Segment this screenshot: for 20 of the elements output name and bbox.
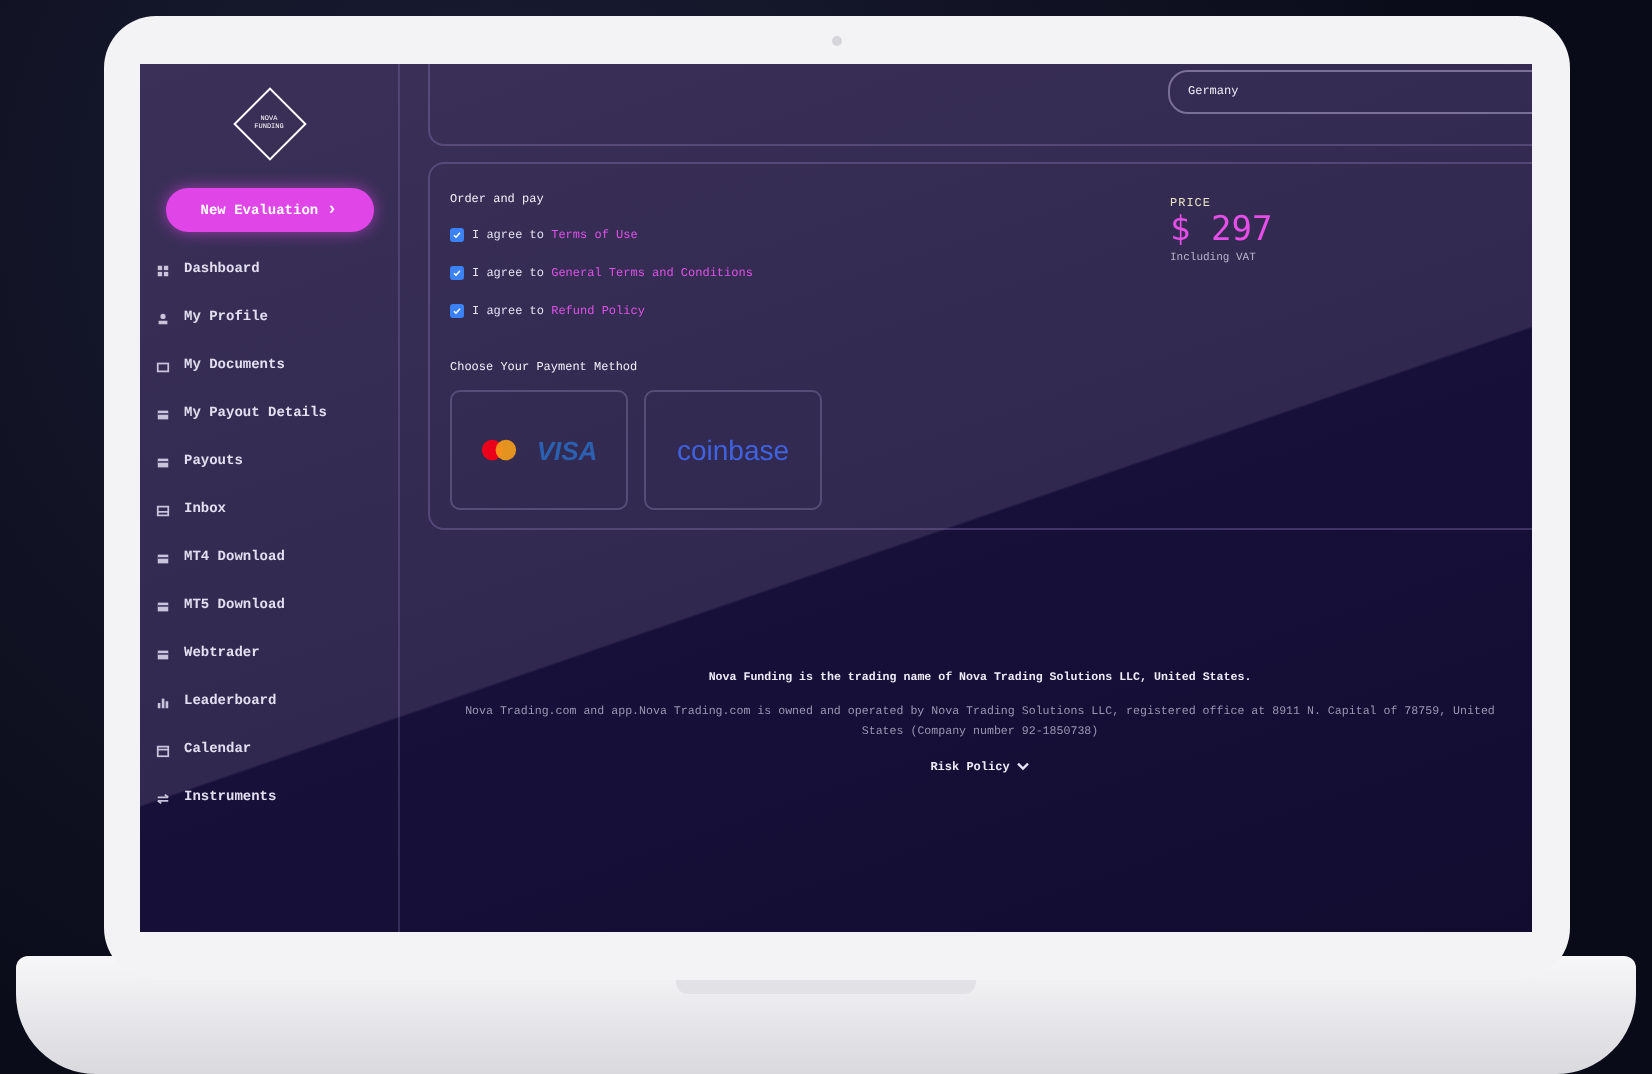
chevron-down-icon <box>1015 762 1030 772</box>
arrows-icon <box>156 791 170 805</box>
grid-icon <box>156 263 170 277</box>
wallet-brand-text: coinbase <box>676 434 790 466</box>
circles-logo-icon <box>480 438 519 462</box>
card-icon <box>156 407 170 421</box>
price-amount: $ 297 <box>1170 210 1273 250</box>
inbox-icon <box>156 503 170 517</box>
bar-chart-icon <box>156 695 170 709</box>
card-icon <box>156 455 170 469</box>
calendar-icon <box>156 743 170 757</box>
user-icon <box>156 311 170 325</box>
camera-dot <box>832 36 842 46</box>
checkbox[interactable] <box>450 266 464 280</box>
card-icon <box>156 551 170 565</box>
checkbox[interactable] <box>450 228 464 242</box>
checkbox[interactable] <box>450 304 464 318</box>
card-icon <box>156 599 170 613</box>
card-icon <box>156 647 170 661</box>
card-brand-text: VISA <box>536 435 598 465</box>
